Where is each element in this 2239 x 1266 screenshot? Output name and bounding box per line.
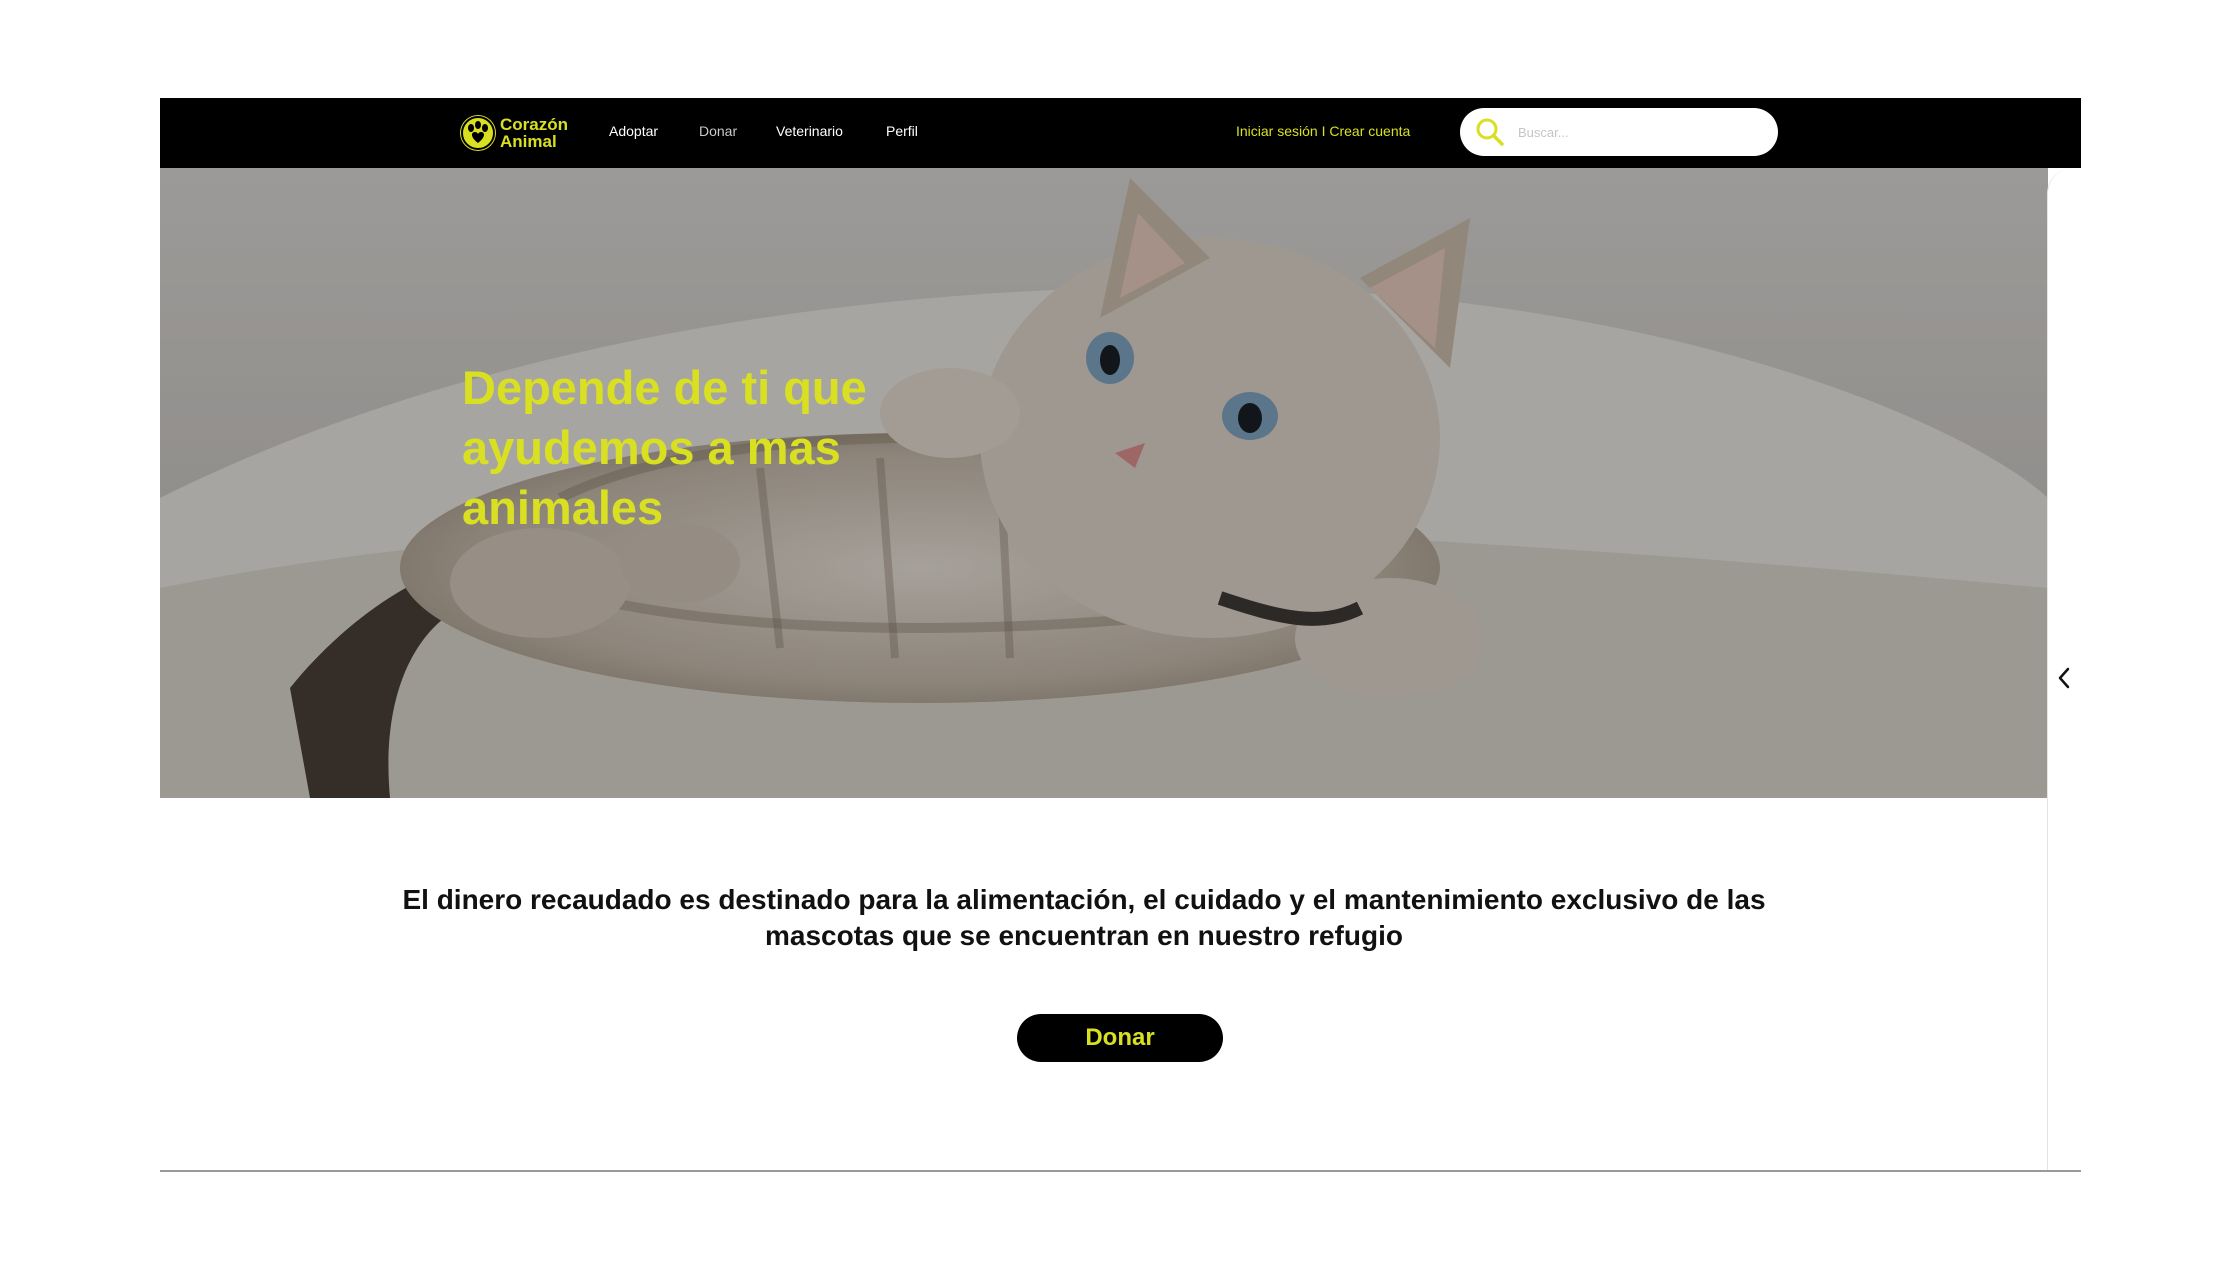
hero-title: Depende de ti que ayudemos a mas animale… — [462, 361, 867, 534]
nav-item-veterinario[interactable]: Veterinario — [776, 123, 843, 139]
brand-name-line1: Corazón — [500, 115, 568, 134]
search-icon — [1476, 118, 1504, 146]
paw-heart-icon — [460, 115, 496, 151]
search-box[interactable] — [1460, 108, 1778, 156]
hero-banner: Depende de ti que ayudemos a mas animale… — [160, 168, 2048, 798]
chevron-left-icon[interactable] — [2055, 666, 2073, 690]
donation-info-text: El dinero recaudado es destinado para la… — [402, 884, 1766, 951]
hero-overlay — [160, 168, 2048, 798]
donate-button[interactable]: Donar — [1017, 1014, 1223, 1062]
nav-item-adoptar[interactable]: Adoptar — [609, 123, 658, 139]
side-drawer-tab[interactable] — [2047, 168, 2081, 1170]
browser-page: Corazón Animal Adoptar Donar Veterinario… — [160, 98, 2081, 1172]
login-signup-link[interactable]: Iniciar sesión I Crear cuenta — [1236, 123, 1410, 139]
nav-item-perfil[interactable]: Perfil — [886, 123, 918, 139]
top-navbar: Corazón Animal Adoptar Donar Veterinario… — [160, 98, 2081, 168]
brand-logo[interactable]: Corazón Animal — [460, 112, 568, 154]
nav-item-donar[interactable]: Donar — [699, 123, 737, 139]
search-input[interactable] — [1516, 123, 1760, 141]
brand-name: Corazón Animal — [500, 116, 568, 150]
brand-name-line2: Animal — [500, 132, 557, 151]
